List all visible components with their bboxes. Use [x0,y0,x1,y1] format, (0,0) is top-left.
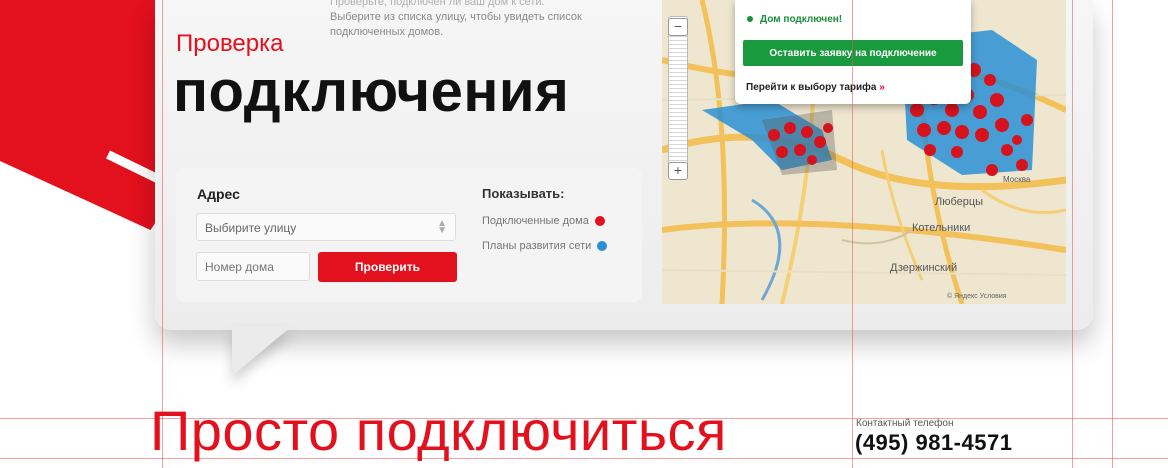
tariff-link[interactable]: Перейти к выбору тарифа » [746,82,885,93]
house-number-input[interactable] [196,252,310,281]
address-label: Адрес [197,186,240,202]
legend-item-plans[interactable]: Планы развития сети [482,240,608,252]
intro-line-1: Проверьте, подключен ли ваш дом к сети. [330,0,545,8]
arrow-right-icon: » [879,82,885,93]
tariff-link-label: Перейти к выбору тарифа [746,82,877,93]
select-arrows-icon: ▲ ▼ [437,218,447,236]
zoom-out-button[interactable]: − [668,18,688,36]
speech-bubble-tail [232,326,292,376]
phone-caption: Контактный телефон [856,418,954,429]
legend-item-label: Планы развития сети [482,240,592,252]
intro-text: Проверьте, подключен ли ваш дом к сети. … [330,0,630,40]
street-select-value: Выбирите улицу [205,221,297,235]
slogan: Просто подключиться [150,399,727,462]
intro-line-2: Выберите из списка улицу, чтобы увидеть … [330,11,582,38]
apply-connection-button[interactable]: Оставить заявку на подключение [743,40,963,66]
map-copyright: © Яндекс Условия [947,293,1007,300]
zoom-slider[interactable] [668,16,688,178]
map-label: Дзержинский [890,262,958,274]
page-title: подключения [173,59,570,124]
map-label: Люберцы [935,196,984,208]
popup-status-text: Дом подключен! [760,14,843,25]
map-label: Москва [1003,175,1031,184]
map-label: Котельники [912,222,971,234]
connected-marker-icon [594,216,605,227]
page-title-small: Проверка [176,30,284,57]
plans-marker-icon [597,241,608,252]
status-dot-icon [747,16,753,23]
check-button[interactable]: Проверить [318,252,457,282]
guide-line [1112,0,1113,468]
legend-item-connected[interactable]: Подключенные дома [482,215,605,227]
guide-line [1072,0,1073,468]
legend-item-label: Подключенные дома [482,215,589,227]
phone-number[interactable]: (495) 981-4571 [855,430,1012,456]
popup-status: Дом подключен! [747,14,842,25]
brand-red-shape [0,0,175,230]
legend-title: Показывать: [482,186,565,201]
guide-line [852,0,853,468]
zoom-in-button[interactable]: + [668,162,688,180]
street-select[interactable]: Выбирите улицу ▲ ▼ [196,213,456,241]
